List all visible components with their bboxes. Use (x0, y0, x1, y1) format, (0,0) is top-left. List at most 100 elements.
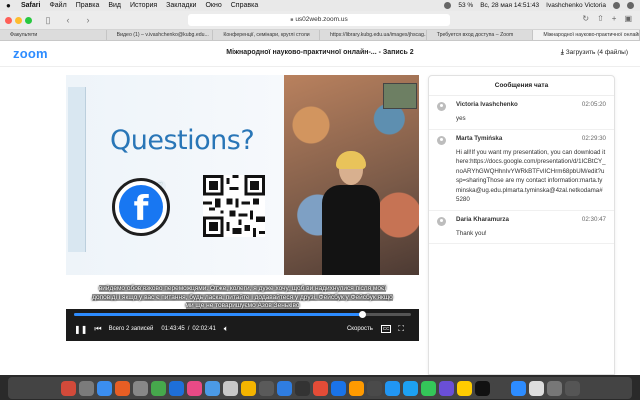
chat-sender: Marta Tymińska (456, 134, 503, 142)
back-icon[interactable]: ‹ (61, 15, 75, 26)
mac-dock (0, 375, 640, 400)
window-close-button[interactable] (5, 16, 12, 24)
dock-app-icon[interactable] (510, 380, 526, 396)
dock-app-icon[interactable] (366, 380, 382, 396)
sidebar-toggle-icon[interactable]: ▯ (41, 15, 55, 26)
dock-tray (8, 377, 632, 399)
skip-back-icon[interactable]: ⏮ (94, 324, 101, 334)
shared-slide: Questions? ♡ f (66, 75, 284, 275)
menu-history[interactable]: История (130, 2, 157, 9)
dock-app-icon[interactable] (132, 380, 148, 396)
speed-button[interactable]: Скорость (347, 326, 373, 332)
dock-app-icon[interactable] (384, 380, 400, 396)
duration: 02:02:41 (192, 326, 216, 332)
browser-tab-strip: Факультети Видео (1) – v.ivashchenko@kub… (0, 30, 640, 41)
screen: ● Safari Файл Правка Вид История Закладк… (0, 0, 640, 400)
facebook-letter: f (119, 185, 163, 229)
avatar-icon (437, 216, 446, 226)
apple-menu-icon[interactable]: ● (6, 1, 15, 10)
dock-app-icon[interactable] (276, 380, 292, 396)
seek-handle[interactable] (358, 311, 366, 318)
browser-tab[interactable]: Требуется вход доступа – Zoom (427, 30, 534, 40)
browser-tab[interactable]: https://library.kubg.edu.ua/images/jhsca… (320, 30, 427, 40)
seek-bar-fill (74, 313, 362, 316)
menu-bookmarks[interactable]: Закладки (166, 2, 196, 9)
browser-tab[interactable]: Конференції, семінари, круглі столи (213, 30, 321, 40)
dock-app-icon[interactable] (402, 380, 418, 396)
window-zoom-button[interactable] (25, 16, 32, 24)
mac-menubar: ● Safari Файл Правка Вид История Закладк… (0, 0, 640, 11)
dock-app-icon[interactable] (564, 380, 580, 396)
dock-app-icon[interactable] (96, 380, 112, 396)
player-controls: 1:43:43 ❚❚ ⏮ Всего 2 записей 01:43:45 / … (66, 304, 419, 341)
zoom-recording-header: zoom Міжнародної науково-практичної онла… (0, 41, 640, 67)
chat-time[interactable]: 02:29:30 (582, 135, 606, 142)
slide-heading: Questions? (110, 125, 255, 156)
dock-app-icon[interactable] (474, 380, 490, 396)
dock-app-icon[interactable] (438, 380, 454, 396)
dock-app-icon[interactable] (456, 380, 472, 396)
address-bar[interactable]: ■ us02web.zoom.us (188, 14, 450, 26)
menu-file[interactable]: Файл (49, 2, 66, 9)
chat-time[interactable]: 02:05:20 (582, 101, 606, 108)
dock-app-icon[interactable] (294, 380, 310, 396)
dock-app-icon[interactable] (60, 380, 76, 396)
dock-app-icon[interactable] (546, 380, 562, 396)
dock-app-icon[interactable] (150, 380, 166, 396)
dock-app-icon[interactable] (258, 380, 274, 396)
dock-app-icon[interactable] (528, 380, 544, 396)
dock-app-icon[interactable] (420, 380, 436, 396)
dock-app-icon[interactable] (312, 380, 328, 396)
current-time: 01:43:45 (161, 326, 185, 332)
forward-icon[interactable]: › (81, 15, 95, 26)
subtitle-line: вийдемо обов'язково переможцями. Отже, к… (98, 285, 387, 292)
dock-app-icon[interactable] (240, 380, 256, 396)
search-icon[interactable] (613, 2, 620, 9)
reload-icon[interactable]: ↻ (582, 14, 589, 23)
browser-tab[interactable]: Факультети (0, 30, 107, 40)
menu-window[interactable]: Окно (205, 2, 221, 9)
lock-icon: ■ (290, 17, 294, 23)
dock-app-icon[interactable] (492, 380, 508, 396)
window-minimize-button[interactable] (15, 16, 22, 24)
captions-button[interactable]: CC (380, 325, 392, 333)
tab-overview-icon[interactable]: ▣ (624, 14, 632, 23)
seek-bar[interactable]: 1:43:43 (74, 304, 411, 318)
share-icon[interactable]: ⇧ (597, 14, 604, 23)
chat-message: Victoria Ivashchenko 02:05:20 yes (429, 96, 614, 130)
menubar-clock[interactable]: Вс, 28 мая 14:51:43 (480, 2, 539, 9)
browser-tab[interactable]: Видео (1) – v.ivashchenko@kubg.edu... (107, 30, 214, 40)
dock-app-icon[interactable] (168, 380, 184, 396)
dock-app-icon[interactable] (222, 380, 238, 396)
chat-title: Сообщения чата (429, 76, 614, 96)
recording-stage: Questions? ♡ f (0, 67, 640, 375)
chat-time[interactable]: 02:30:47 (582, 216, 606, 223)
menu-safari[interactable]: Safari (21, 2, 40, 9)
fullscreen-icon[interactable]: ⛶ (398, 324, 404, 334)
dock-app-icon[interactable] (204, 380, 220, 396)
battery-percent[interactable]: 53 % (458, 2, 473, 9)
menu-view[interactable]: Вид (108, 2, 121, 9)
chat-text: yes (456, 115, 466, 122)
total-records: Всего 2 записей (108, 326, 154, 332)
menubar-user[interactable]: Ivashchenko Victoria (546, 2, 606, 9)
dock-app-icon[interactable] (186, 380, 202, 396)
player-control-row: ❚❚ ⏮ Всего 2 записей 01:43:45 / 02:02:41… (74, 323, 411, 335)
dock-app-icon[interactable] (348, 380, 364, 396)
dock-app-icon[interactable] (114, 380, 130, 396)
pause-icon[interactable]: ❚❚ (74, 325, 87, 334)
browser-tab-active[interactable]: Міжнародної науково-практичної онлайн... (533, 30, 640, 40)
menu-edit[interactable]: Правка (76, 2, 100, 9)
volume-icon[interactable]: 🔈︎ (224, 324, 229, 334)
menu-help[interactable]: Справка (231, 2, 258, 9)
recording-title: Міжнародної науково-практичної онлайн-..… (226, 49, 414, 56)
wifi-icon[interactable] (444, 2, 452, 9)
dock-app-icon[interactable] (78, 380, 94, 396)
video-player[interactable]: Questions? ♡ f (66, 75, 419, 275)
speaker-camera (284, 75, 419, 275)
new-tab-icon[interactable]: + (612, 14, 617, 23)
dock-app-icon[interactable] (330, 380, 346, 396)
download-button[interactable]: ⤓ Загрузить (4 файлы) (561, 49, 628, 57)
chat-text: Hi all!If you want my presentation, you … (456, 148, 606, 204)
control-center-icon[interactable] (627, 2, 634, 9)
